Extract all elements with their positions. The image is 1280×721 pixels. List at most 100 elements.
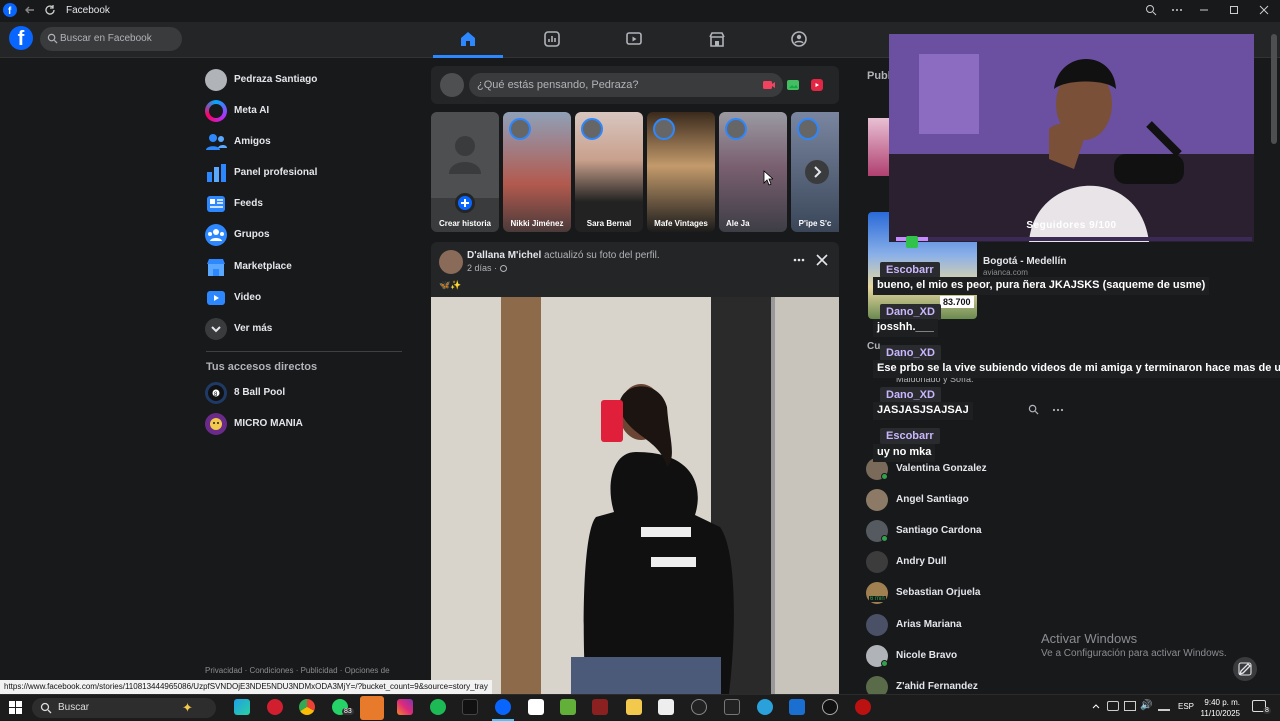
post-time[interactable]: 2 días · [467,263,507,273]
minecraft-icon[interactable] [560,699,576,715]
reel-icon[interactable] [810,78,824,92]
opera-icon[interactable] [267,699,283,715]
online-indicator [881,535,888,542]
threads-icon[interactable] [822,699,838,715]
story-card[interactable]: Ale Ja [719,112,787,232]
tab-groups[interactable] [764,22,834,58]
tab-marketplace[interactable] [682,22,752,58]
post-action: actualizó su foto del perfil. [544,250,660,261]
red-app-icon[interactable] [855,699,871,715]
instagram-icon[interactable] [397,699,413,715]
story-card[interactable]: Mafe Vintages [647,112,715,232]
zoom-icon[interactable] [1145,4,1161,20]
edge-icon[interactable] [234,699,250,715]
close-icon[interactable] [1258,4,1274,20]
contacts-more-icon[interactable] [1052,404,1064,416]
facebook-taskbar-icon[interactable] [495,699,511,715]
avatar[interactable] [440,73,464,97]
live-video-icon[interactable] [762,78,776,92]
windows-start-icon[interactable] [9,701,23,715]
story-card[interactable]: Sara Bernal [575,112,643,232]
sidebar-item-feeds[interactable]: Feeds [205,191,405,219]
meta-ai-icon [205,100,227,122]
sidebar-item-marketplace[interactable]: Marketplace [205,254,405,282]
avatar[interactable] [439,250,463,274]
more-options-icon[interactable] [793,254,805,266]
ad-title[interactable]: Bogotá - Medellín [983,256,1066,267]
taskbar-clock[interactable]: 9:40 p. m. 11/10/2025 [1196,697,1240,719]
game-app-icon[interactable] [592,699,608,715]
sidebar-item-groups[interactable]: Grupos [205,222,405,250]
reload-icon[interactable] [44,4,60,20]
friends-icon [205,131,227,153]
contact-item[interactable]: Nicole Bravo [866,643,1066,667]
language-indicator[interactable]: ESP [1178,702,1194,711]
feed-post: D'allana M'ichel actualizó su foto del p… [431,242,839,702]
contact-item[interactable]: 6 min Sebastian Orjuela [866,580,1066,604]
new-message-button[interactable] [1233,657,1257,681]
more-icon[interactable] [1171,4,1187,20]
sidebar-item-professional-dashboard[interactable]: Panel profesional [205,160,405,188]
tiktok-icon[interactable] [462,699,478,715]
stories-next-button[interactable] [805,160,829,184]
capcut-icon[interactable] [528,699,544,715]
chat-message: uy no mka [873,444,936,462]
contacts-search-icon[interactable] [1028,404,1039,415]
shortcut-micro-mania[interactable]: MICRO MANIA [205,411,405,439]
post-caption: 🦋✨ [439,280,462,290]
epic-games-icon[interactable] [724,699,740,715]
tab-home[interactable] [433,22,503,58]
close-post-icon[interactable] [816,254,828,266]
contact-item[interactable]: Arias Mariana [866,612,1066,636]
shortcut-8-ball-pool[interactable]: 8 8 Ball Pool [205,380,405,408]
sidebar-item-profile[interactable]: Pedraza Santiago [205,67,405,95]
composer-input[interactable]: ¿Qué estás pensando, Pedraza? [469,73,783,97]
tab-dashboard[interactable] [517,22,587,58]
spotify-icon[interactable] [430,699,446,715]
facebook-logo[interactable]: f [9,26,33,50]
post-photo[interactable] [431,297,839,702]
notepad-icon[interactable] [658,699,674,715]
sidebar-item-meta-ai[interactable]: Meta AI [205,98,405,126]
search-icon [47,33,58,44]
search-icon [40,702,52,714]
tray-chevron-up-icon[interactable] [1091,701,1101,711]
marketplace-icon [709,32,725,47]
minimize-icon[interactable] [1198,4,1214,20]
avatar [866,489,888,511]
obs-icon[interactable] [691,699,707,715]
tray-network-icon[interactable] [1107,701,1119,711]
profile-avatar [205,69,227,91]
post-author[interactable]: D'allana M'ichel [467,250,541,261]
shortcuts-heading: Tus accesos directos [206,361,318,373]
sponsored-image[interactable] [868,118,890,176]
contact-item[interactable]: Andry Dull [866,549,1066,573]
app-icon[interactable] [789,699,805,715]
tray-display-icon[interactable] [1124,701,1136,711]
story-card[interactable]: Nikki Jiménez [503,112,571,232]
telegram-icon[interactable] [757,699,773,715]
tray-volume-icon[interactable]: 🔊 [1140,700,1152,711]
maximize-icon[interactable] [1228,4,1244,20]
chrome-icon[interactable] [299,699,315,715]
file-explorer-icon[interactable] [626,699,642,715]
story-create[interactable]: Crear historia [431,112,499,232]
tab-video[interactable] [599,22,669,58]
contact-item[interactable]: Santiago Cardona [866,518,1066,542]
active-app-icon[interactable] [360,696,384,720]
chat-username: Dano_XD [880,304,941,320]
page-scrollbar[interactable] [1271,34,1277,144]
photo-video-icon[interactable] [786,78,800,92]
back-arrow-icon[interactable] [24,4,40,20]
taskbar-search[interactable]: Buscar ✦ [32,698,216,718]
sidebar-item-see-more[interactable]: Ver más [205,316,405,344]
search-input[interactable]: Buscar en Facebook [40,27,182,51]
sidebar-item-friends[interactable]: Amigos [205,129,405,157]
sidebar-item-video[interactable]: Video [205,285,405,313]
add-story-icon[interactable] [455,193,475,213]
contact-item[interactable]: Angel Santiago [866,487,1066,511]
story-name: P'ipe S'c [798,219,832,228]
tray-pen-icon[interactable] [1158,701,1170,711]
sidebar-footer[interactable]: Privacidad · Condiciones · Publicidad · … [205,666,405,675]
sidebar-item-label: Pedraza Santiago [234,74,318,85]
